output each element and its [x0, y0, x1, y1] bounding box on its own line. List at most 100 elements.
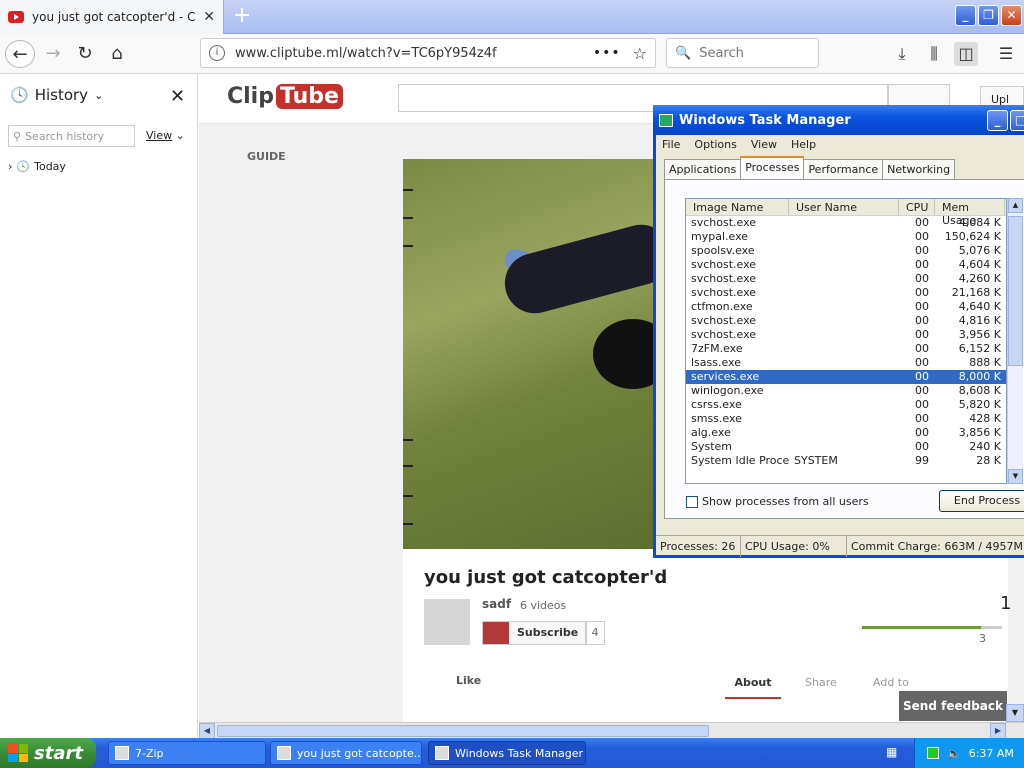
tab-add-to[interactable]: Add to [873, 676, 909, 689]
restore-button[interactable]: ❐ [978, 5, 999, 26]
taskbar-item-browser[interactable]: you just got catcopte... [270, 741, 422, 765]
sidebar-header[interactable]: 🕓 History ⌄ [10, 86, 103, 104]
search-input[interactable]: 🔍 Search [666, 38, 819, 68]
scroll-left-button[interactable]: ◀ [199, 723, 215, 739]
site-info-icon[interactable]: i [209, 45, 225, 61]
network-icon[interactable] [927, 747, 939, 759]
column-user-name[interactable]: User Name [789, 199, 899, 215]
process-row[interactable]: 7zFM.exe 00 6,152 K [686, 342, 1006, 356]
taskbar-item-label: Windows Task Manager [455, 746, 584, 760]
tab-about[interactable]: About [725, 676, 781, 699]
column-cpu[interactable]: CPU [899, 199, 935, 215]
video-edge-mark [403, 465, 413, 467]
tab-share[interactable]: Share [805, 676, 837, 689]
tab-processes[interactable]: Processes [740, 156, 805, 179]
end-process-button[interactable]: End Process [939, 490, 1024, 512]
process-row[interactable]: mypal.exe 00 150,624 K [686, 230, 1006, 244]
task-manager-titlebar[interactable]: Windows Task Manager _ □ [653, 105, 1024, 135]
logo-tube-text: Tube [275, 84, 343, 109]
process-row[interactable]: smss.exe 00 428 K [686, 412, 1006, 426]
scroll-right-button[interactable]: ▶ [990, 723, 1006, 739]
task-manager-title: Windows Task Manager [679, 112, 851, 128]
guide-label[interactable]: GUIDE [247, 150, 286, 163]
tab-networking[interactable]: Networking [882, 159, 956, 179]
video-edge-mark [403, 189, 413, 191]
scroll-thumb[interactable] [217, 725, 709, 737]
process-row[interactable]: csrss.exe 00 5,820 K [686, 398, 1006, 412]
subscribe-button[interactable]: Subscribe [482, 621, 588, 645]
tm-minimize-button[interactable]: _ [987, 110, 1008, 131]
volume-icon[interactable]: 🔈 [947, 747, 961, 760]
close-window-button[interactable]: ✕ [1001, 5, 1022, 26]
window-controls: _ ❐ ✕ [955, 5, 1022, 26]
keyboard-icon[interactable]: ▦ [886, 745, 897, 759]
sidebar-toggle-icon[interactable]: ◫ [954, 42, 978, 66]
scroll-up-button[interactable]: ▲ [1008, 198, 1023, 213]
chevron-down-icon: ⌄ [94, 88, 104, 102]
like-button[interactable]: Like [456, 674, 481, 687]
column-image-name[interactable]: Image Name [686, 199, 789, 215]
like-count: 3 [979, 632, 986, 645]
menu-file[interactable]: File [662, 138, 680, 151]
new-tab-button[interactable]: + [230, 3, 254, 29]
process-row[interactable]: svchost.exe 00 4,260 K [686, 272, 1006, 286]
process-row[interactable]: svchost.exe 00 4,084 K [686, 216, 1006, 230]
forward-button[interactable]: → [38, 40, 68, 68]
menu-options[interactable]: Options [694, 138, 736, 151]
tm-maximize-button[interactable]: □ [1010, 110, 1024, 131]
bookmark-star-icon[interactable]: ☆ [633, 44, 647, 63]
process-row[interactable]: svchost.exe 00 4,604 K [686, 258, 1006, 272]
scroll-thumb[interactable] [1008, 216, 1023, 366]
horizontal-scrollbar[interactable]: ◀ ▶ [199, 722, 1024, 739]
back-button[interactable]: ← [5, 40, 35, 68]
video-player[interactable] [403, 159, 663, 549]
send-feedback-button[interactable]: Send feedback [899, 691, 1007, 721]
process-row[interactable]: ctfmon.exe 00 4,640 K [686, 300, 1006, 314]
view-menu-button[interactable]: View ⌄ [146, 129, 185, 142]
minimize-button[interactable]: _ [955, 5, 976, 26]
channel-avatar[interactable] [424, 599, 470, 645]
task-manager-icon [435, 746, 449, 760]
reload-button[interactable]: ↻ [70, 40, 100, 68]
tab-applications[interactable]: Applications [664, 159, 742, 179]
taskbar-item-task-manager[interactable]: Windows Task Manager [428, 741, 586, 765]
process-row[interactable]: spoolsv.exe 00 5,076 K [686, 244, 1006, 258]
vertical-scroll-down-button[interactable]: ▼ [1006, 704, 1024, 722]
process-row[interactable]: svchost.exe 00 3,956 K [686, 328, 1006, 342]
home-button[interactable]: ⌂ [102, 40, 132, 68]
tab-performance[interactable]: Performance [803, 159, 884, 179]
start-button[interactable]: start [0, 738, 96, 768]
browser-tab[interactable]: you just got catcopter'd - ClipTube ✕ [0, 0, 224, 34]
process-row[interactable]: winlogon.exe 00 8,608 K [686, 384, 1006, 398]
library-icon[interactable]: ⫼ [922, 42, 946, 66]
process-row[interactable]: services.exe 00 8,000 K [686, 370, 1006, 384]
url-bar[interactable]: i www.cliptube.ml/watch?v=TC6pY954z4f ••… [200, 38, 656, 68]
history-item-today[interactable]: › 🕓 Today [8, 160, 66, 173]
cliptube-logo[interactable]: Clip Tube [227, 84, 343, 109]
menu-icon[interactable]: ☰ [994, 42, 1018, 66]
column-mem-usage[interactable]: Mem Usage [935, 199, 1005, 227]
process-row[interactable]: alg.exe 00 3,856 K [686, 426, 1006, 440]
clock[interactable]: 6:37 AM [969, 747, 1014, 760]
taskbar-item-7zip[interactable]: 7-Zip [108, 741, 266, 765]
download-icon[interactable]: ⤓ [890, 42, 914, 66]
process-list[interactable]: Image Name User Name CPU Mem Usage svcho… [685, 198, 1007, 484]
scroll-down-button[interactable]: ▼ [1008, 469, 1023, 484]
process-row[interactable]: System 00 240 K [686, 440, 1006, 454]
process-mem: 5,076 K [958, 244, 1001, 257]
page-actions-icon[interactable]: ••• [593, 45, 621, 61]
tab-close-button[interactable]: ✕ [203, 9, 215, 25]
menu-help[interactable]: Help [791, 138, 816, 151]
sidebar-close-button[interactable]: ✕ [170, 86, 185, 107]
process-row[interactable]: lsass.exe 00 888 K [686, 356, 1006, 370]
process-row[interactable]: System Idle Process SYSTEM 99 28 K [686, 454, 1006, 468]
channel-name[interactable]: sadf [482, 597, 511, 611]
show-all-processes-checkbox[interactable]: Show processes from all users [686, 495, 869, 508]
history-search-input[interactable]: ⚲ Search history [8, 125, 135, 147]
process-list-scrollbar[interactable]: ▲ ▼ [1007, 198, 1023, 484]
process-row[interactable]: svchost.exe 00 21,168 K [686, 286, 1006, 300]
process-row[interactable]: svchost.exe 00 4,816 K [686, 314, 1006, 328]
task-manager-menubar: File Options View Help [656, 135, 1024, 153]
process-user [789, 230, 899, 244]
menu-view[interactable]: View [751, 138, 777, 151]
